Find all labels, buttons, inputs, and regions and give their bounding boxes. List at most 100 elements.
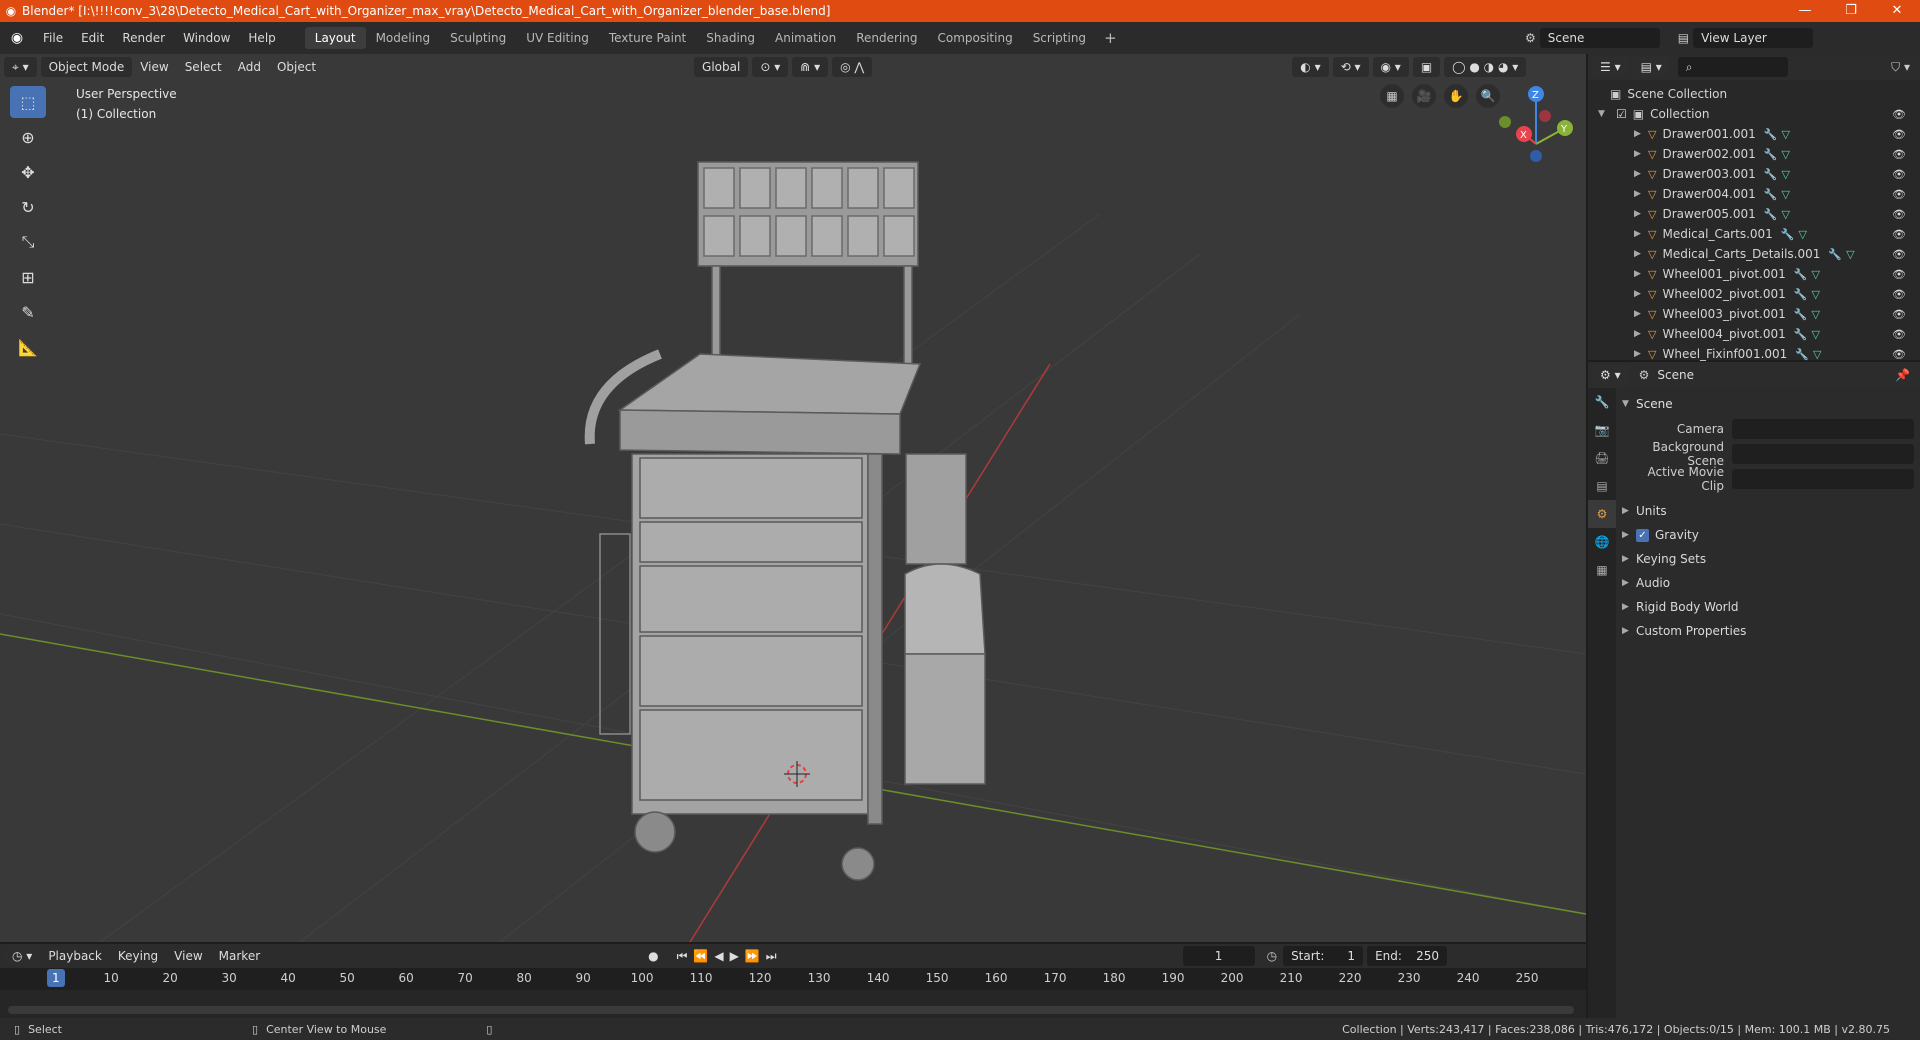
world-tab-icon[interactable]: 🌐 xyxy=(1588,528,1616,556)
modifier-wrench-icon[interactable]: 🔧 xyxy=(1794,268,1808,281)
expand-arrow-icon[interactable]: ▶ xyxy=(1634,309,1648,319)
tab-compositing[interactable]: Compositing xyxy=(927,27,1022,49)
shading-modes-icon[interactable]: ◯ ● ◑ ◕ ▾ xyxy=(1444,57,1527,77)
overlay-toggle-icon[interactable]: ◉ ▾ xyxy=(1372,57,1409,77)
display-mode-icon[interactable]: ▤ ▾ xyxy=(1632,57,1670,77)
eye-icon[interactable]: 👁 xyxy=(1892,108,1906,121)
expand-arrow-icon[interactable]: ▶ xyxy=(1634,209,1648,219)
playback-controls-icon[interactable]: ⏮⏪◀▶⏩⏭ xyxy=(677,949,783,964)
render-tab-icon[interactable]: 📷 xyxy=(1588,416,1616,444)
expand-arrow-icon[interactable]: ▶ xyxy=(1634,189,1648,199)
tab-sculpting[interactable]: Sculpting xyxy=(440,27,516,49)
rotate-tool-icon[interactable]: ↻ xyxy=(10,191,46,223)
record-icon[interactable]: ● xyxy=(648,949,658,963)
modifier-wrench-icon[interactable]: 🔧 xyxy=(1764,128,1778,141)
modifier-wrench-icon[interactable]: 🔧 xyxy=(1794,288,1808,301)
tab-modeling[interactable]: Modeling xyxy=(366,27,441,49)
pan-view-icon[interactable]: ✋ xyxy=(1444,84,1468,108)
eye-icon[interactable]: 👁 xyxy=(1892,128,1906,141)
eye-icon[interactable]: 👁 xyxy=(1892,148,1906,161)
timeline-editor-type-icon[interactable]: ◷ ▾ xyxy=(4,946,41,966)
outliner-object-row[interactable]: ▶ ▽ Medical_Carts_Details.001 🔧 ▽ 👁 xyxy=(1588,244,1920,264)
tool-tab-icon[interactable]: 🔧 xyxy=(1588,388,1616,416)
tab-rendering[interactable]: Rendering xyxy=(846,27,927,49)
pin-icon[interactable]: 📌 xyxy=(1895,368,1920,382)
current-frame-field[interactable]: 1 xyxy=(1182,946,1255,966)
mesh-data-icon[interactable]: ▽ xyxy=(1781,208,1789,221)
outliner-object-row[interactable]: ▶ ▽ Wheel002_pivot.001 🔧 ▽ 👁 xyxy=(1588,284,1920,304)
mesh-data-icon[interactable]: ▽ xyxy=(1781,128,1789,141)
mesh-data-icon[interactable]: ▽ xyxy=(1781,148,1789,161)
close-button[interactable]: ✕ xyxy=(1874,0,1920,22)
menu-render[interactable]: Render xyxy=(113,31,174,45)
active-movie-clip-field[interactable] xyxy=(1732,468,1914,489)
transform-tool-icon[interactable]: ⊞ xyxy=(10,261,46,293)
object-mode-dropdown[interactable]: Object Mode xyxy=(40,57,133,77)
menu-keying[interactable]: Keying xyxy=(110,949,166,963)
filter-icon[interactable]: ⛉ ▾ xyxy=(1891,60,1920,75)
tab-uv-editing[interactable]: UV Editing xyxy=(516,27,599,49)
scene-name-field[interactable]: Scene xyxy=(1539,28,1660,48)
outliner-object-row[interactable]: ▶ ▽ Wheel003_pivot.001 🔧 ▽ 👁 xyxy=(1588,304,1920,324)
blender-menu-icon[interactable]: ◉ xyxy=(0,30,34,46)
units-panel[interactable]: ▶ Units xyxy=(1622,499,1914,523)
gizmo-toggle-icon[interactable]: ⟲ ▾ xyxy=(1332,57,1369,77)
eye-icon[interactable]: 👁 xyxy=(1892,228,1906,241)
modifier-wrench-icon[interactable]: 🔧 xyxy=(1795,348,1809,361)
background-scene-field[interactable] xyxy=(1732,443,1914,464)
menu-file[interactable]: File xyxy=(34,31,72,45)
eye-icon[interactable]: 👁 xyxy=(1892,268,1906,281)
measure-tool-icon[interactable]: 📐 xyxy=(10,331,46,363)
modifier-wrench-icon[interactable]: 🔧 xyxy=(1794,328,1808,341)
camera-field[interactable] xyxy=(1732,418,1914,439)
outliner-object-row[interactable]: ▶ ▽ Drawer005.001 🔧 ▽ 👁 xyxy=(1588,204,1920,224)
keying-sets-panel[interactable]: ▶ Keying Sets xyxy=(1622,547,1914,571)
frame-ruler[interactable]: 1102030405060708090100110120130140150160… xyxy=(0,968,1586,990)
modifier-wrench-icon[interactable]: 🔧 xyxy=(1764,188,1778,201)
gravity-panel[interactable]: ▶ ✓ Gravity xyxy=(1622,523,1914,547)
outliner-object-row[interactable]: ▶ ▽ Wheel004_pivot.001 🔧 ▽ 👁 xyxy=(1588,324,1920,344)
timeline-scrollbar[interactable] xyxy=(8,1006,1574,1014)
eye-icon[interactable]: 👁 xyxy=(1892,328,1906,341)
tab-animation[interactable]: Animation xyxy=(765,27,846,49)
select-box-icon[interactable]: ⬚ xyxy=(10,86,46,118)
tab-layout[interactable]: Layout xyxy=(304,27,366,49)
outliner-object-row[interactable]: ▶ ▽ Drawer001.001 🔧 ▽ 👁 xyxy=(1588,124,1920,144)
menu-view[interactable]: View xyxy=(132,60,176,74)
menu-timeline-view[interactable]: View xyxy=(166,949,210,963)
outliner-search-icon[interactable]: ⌕ xyxy=(1677,57,1788,77)
mesh-data-icon[interactable]: ▽ xyxy=(1781,168,1789,181)
expand-arrow-icon[interactable]: ▶ xyxy=(1634,289,1648,299)
3d-viewport[interactable]: Z Y X ⌖ ▾ Object Mode View Select Add Ob… xyxy=(0,54,1586,942)
outliner-object-row[interactable]: ▶ ▽ Medical_Carts.001 🔧 ▽ 👁 xyxy=(1588,224,1920,244)
navigation-gizmo[interactable]: Z Y X xyxy=(1499,86,1573,162)
gravity-checkbox[interactable]: ✓ xyxy=(1636,528,1649,542)
texture-tab-icon[interactable]: ▦ xyxy=(1588,556,1616,584)
outliner-editor-type-icon[interactable]: ☰ ▾ xyxy=(1592,57,1629,77)
playhead[interactable]: 1 xyxy=(47,969,65,987)
annotate-tool-icon[interactable]: ✎ xyxy=(10,296,46,328)
cursor-tool-icon[interactable]: ⊕ xyxy=(10,121,46,153)
outliner-object-row[interactable]: ▶ ▽ Drawer004.001 🔧 ▽ 👁 xyxy=(1588,184,1920,204)
modifier-wrench-icon[interactable]: 🔧 xyxy=(1764,148,1778,161)
scene-collection-row[interactable]: ▣ Scene Collection xyxy=(1588,84,1920,104)
editor-type-icon[interactable]: ⌖ ▾ xyxy=(4,57,37,77)
camera-view-icon[interactable]: 🎥 xyxy=(1412,84,1436,108)
start-frame-field[interactable]: Start: 1 xyxy=(1283,946,1364,966)
expand-arrow-icon[interactable]: ▶ xyxy=(1634,329,1648,339)
minimize-button[interactable]: — xyxy=(1782,0,1828,22)
mesh-data-icon[interactable]: ▽ xyxy=(1811,268,1819,281)
transform-orientation-dropdown[interactable]: Global xyxy=(694,57,749,77)
scene-tab-icon[interactable]: ⚙ xyxy=(1588,500,1616,528)
eye-icon[interactable]: 👁 xyxy=(1892,188,1906,201)
expand-arrow-icon[interactable]: ▼ xyxy=(1598,109,1612,119)
snap-icon[interactable]: ⋒ ▾ xyxy=(792,57,829,77)
mesh-data-icon[interactable]: ▽ xyxy=(1781,188,1789,201)
add-workspace-icon[interactable]: + xyxy=(1096,29,1125,47)
eye-icon[interactable]: 👁 xyxy=(1892,208,1906,221)
expand-arrow-icon[interactable]: ▶ xyxy=(1634,149,1648,159)
expand-arrow-icon[interactable]: ▶ xyxy=(1634,269,1648,279)
expand-arrow-icon[interactable]: ▶ xyxy=(1634,169,1648,179)
custom-properties-panel[interactable]: ▶ Custom Properties xyxy=(1622,619,1914,643)
collection-row[interactable]: ▼ ☑ ▣ Collection 👁 xyxy=(1588,104,1920,124)
